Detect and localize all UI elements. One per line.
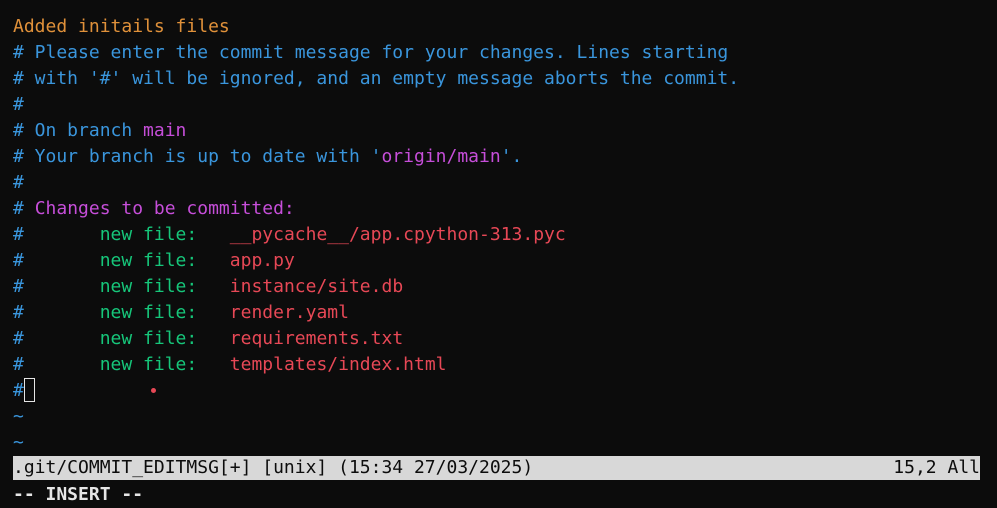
new-file-label: new file:	[99, 224, 198, 245]
uptodate-suffix: '.	[500, 146, 523, 167]
branch-prefix: # On branch	[13, 120, 144, 141]
comment-hash-line: #	[13, 172, 24, 193]
staged-file-row: # new file: __pycache__/app.cpython-313.…	[13, 222, 997, 248]
staged-file-row: # new file: render.yaml	[13, 300, 997, 326]
changes-header-line: # Changes to be committed:	[13, 196, 997, 222]
comment-hash: #	[13, 250, 24, 271]
file-path: __pycache__/app.cpython-313.pyc	[229, 224, 566, 245]
comment-hash: #	[13, 224, 24, 245]
uptodate-line: # Your branch is up to date with 'origin…	[13, 144, 997, 170]
file-path: app.py	[229, 250, 295, 271]
status-line: .git/COMMIT_EDITMSG[+] [unix] (15:34 27/…	[13, 456, 980, 480]
file-path: instance/site.db	[229, 276, 404, 297]
text-cursor	[23, 377, 35, 402]
mode-indicator: -- INSERT --	[13, 484, 144, 505]
text-editor-area[interactable]: Added initails files # Please enter the …	[13, 14, 997, 456]
changes-header: Changes to be committed:	[34, 198, 295, 219]
new-file-label: new file:	[99, 328, 198, 349]
comment-hash: #	[13, 354, 24, 375]
staged-file-row: # new file: requirements.txt	[13, 326, 997, 352]
comment-hash: #	[13, 328, 24, 349]
comment-hash: #	[13, 380, 24, 401]
remote-branch: origin/main	[381, 146, 501, 167]
new-file-label: new file:	[99, 250, 198, 271]
quote-open: '	[370, 146, 382, 167]
staged-file-row: # new file: templates/index.html	[13, 352, 997, 378]
branch-line: # On branch main	[13, 118, 997, 144]
commit-message-line[interactable]: Added initails files	[13, 14, 997, 40]
cursor-line[interactable]: #	[13, 377, 997, 404]
staged-file-row: # new file: instance/site.db	[13, 274, 997, 300]
file-path: requirements.txt	[229, 328, 404, 349]
uptodate-prefix: # Your branch is up to date with	[13, 146, 371, 167]
comment-hash-line: #	[13, 94, 24, 115]
file-path: templates/index.html	[229, 354, 447, 375]
comment-line: # Please enter the commit message for yo…	[13, 42, 729, 63]
red-dot-marker	[151, 388, 156, 393]
comment-hash: #	[13, 198, 24, 219]
new-file-label: new file:	[99, 302, 198, 323]
comment-hash: #	[13, 302, 24, 323]
file-path: render.yaml	[229, 302, 349, 323]
new-file-label: new file:	[99, 276, 198, 297]
comment-line: # with '#' will be ignored, and an empty…	[13, 68, 740, 89]
status-file-info: .git/COMMIT_EDITMSG[+] [unix] (15:34 27/…	[13, 457, 534, 478]
staged-file-row: # new file: app.py	[13, 248, 997, 274]
empty-line-tilde: ~	[13, 406, 24, 427]
status-cursor-position: 15,2 All	[893, 457, 980, 478]
new-file-label: new file:	[99, 354, 198, 375]
empty-line-tilde: ~	[13, 432, 24, 453]
comment-hash: #	[13, 276, 24, 297]
branch-name: main	[143, 120, 187, 141]
